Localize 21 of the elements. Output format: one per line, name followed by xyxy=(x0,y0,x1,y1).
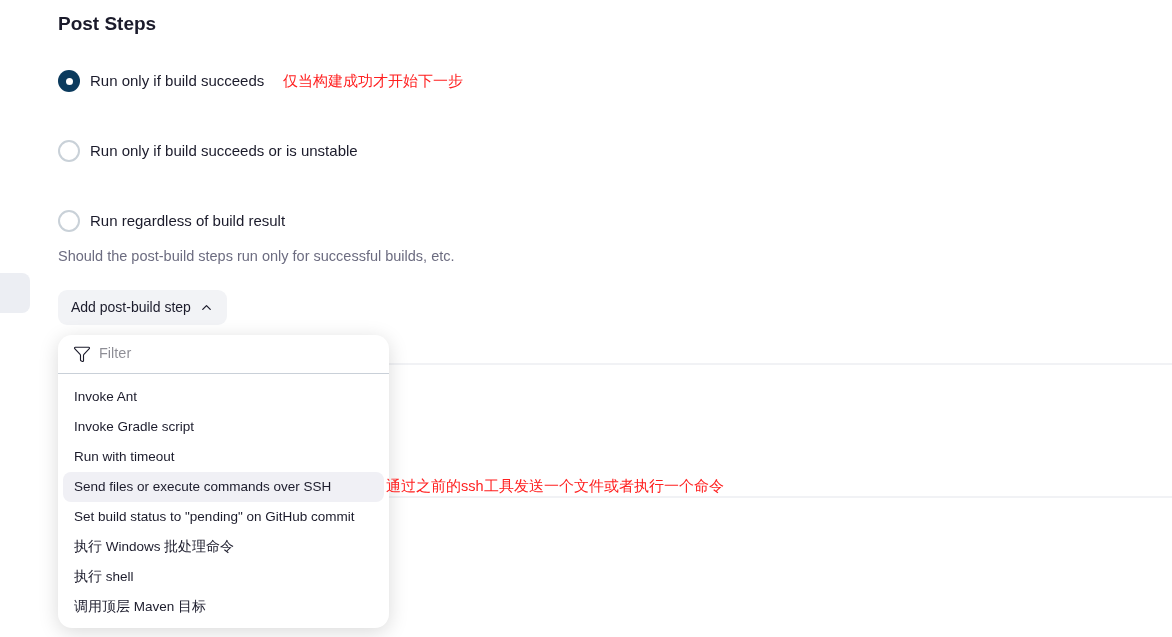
filter-icon xyxy=(73,345,91,363)
section-title: Post Steps xyxy=(58,12,158,36)
menu-item[interactable]: Send files or execute commands over SSH xyxy=(63,472,384,502)
radio-button[interactable] xyxy=(58,210,80,232)
menu-item[interactable]: 执行 Windows 批处理命令 xyxy=(63,532,384,562)
radio-label[interactable]: Run only if build succeeds or is unstable xyxy=(90,139,358,163)
menu-item[interactable]: Set build status to "pending" on GitHub commit xyxy=(63,502,384,532)
add-step-button[interactable]: Add post-build step xyxy=(58,289,227,325)
help-text: Should the post-build steps run only for successful builds, etc. xyxy=(58,247,456,266)
menu-item[interactable]: Invoke Gradle script xyxy=(63,412,384,442)
menu-item[interactable]: 调用顶层 Maven 目标 xyxy=(63,592,384,622)
radio-label[interactable]: Run regardless of build result xyxy=(90,209,286,233)
filter-field[interactable]: Filter xyxy=(99,343,299,365)
annotation-text: 通过之前的ssh工具发送一个文件或者执行一个命令 xyxy=(386,477,724,496)
radio-button[interactable] xyxy=(58,70,80,92)
radio-button[interactable] xyxy=(58,140,80,162)
menu-item[interactable]: Run with timeout xyxy=(63,442,384,472)
menu-item[interactable]: 执行 shell xyxy=(63,562,384,592)
menu-item[interactable]: Invoke Ant xyxy=(63,382,384,412)
annotation-text: 仅当构建成功才开始下一步 xyxy=(283,70,464,91)
radio-label[interactable]: Run only if build succeeds xyxy=(90,69,265,93)
